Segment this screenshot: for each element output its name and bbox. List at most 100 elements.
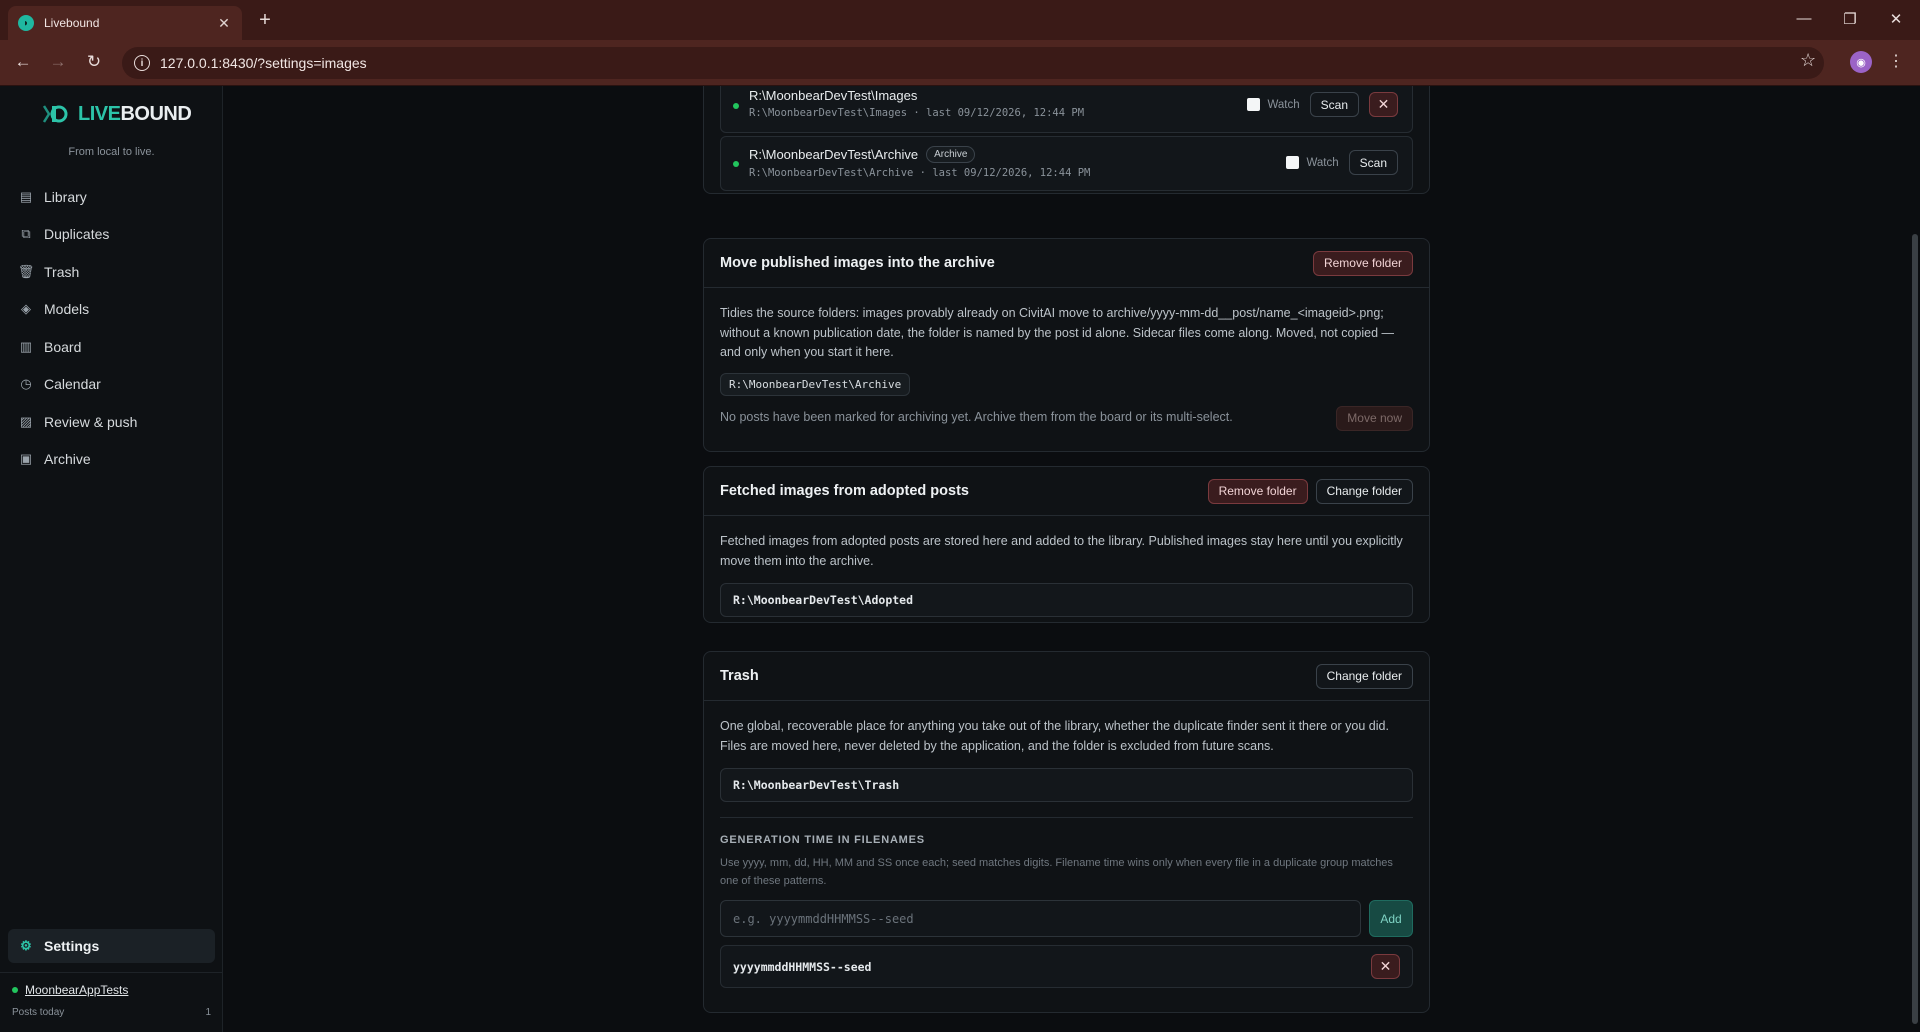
tagline: From local to live. — [68, 146, 155, 158]
trash-card: Trash Change folder One global, recovera… — [703, 651, 1430, 1013]
add-pattern-button[interactable]: Add — [1369, 900, 1413, 937]
scroll-thumb[interactable] — [1912, 234, 1918, 1024]
pattern-input[interactable] — [720, 900, 1361, 937]
sidebar-item-label: Trash — [44, 263, 80, 280]
change-folder-button[interactable]: Change folder — [1315, 478, 1413, 504]
profile-avatar-icon[interactable]: ◉ — [1850, 51, 1872, 73]
card-description: Tidies the source folders: images provab… — [720, 306, 1395, 359]
watch-toggle[interactable]: Watch — [1247, 98, 1300, 111]
sidebar-item-label: Library — [44, 188, 87, 205]
sidebar-nav: ▤ Library ⧉ Duplicates 🗑 Trash ◈ Models … — [8, 178, 215, 478]
calendar-icon: ◷ — [20, 376, 32, 392]
tab-close-icon[interactable]: ✕ — [216, 15, 232, 32]
sidebar-item-calendar[interactable]: ◷ Calendar — [8, 366, 215, 404]
browser-toolbar: ← → ↻ i 127.0.0.1:8430/?settings=images … — [0, 40, 1920, 86]
card-description: One global, recoverable place for anythi… — [720, 719, 1389, 753]
posts-today-count: 1 — [205, 1007, 211, 1018]
account-name: MoonbearAppTests — [25, 983, 129, 997]
remove-pattern-button[interactable]: ✕ — [1371, 954, 1400, 979]
remove-folder-button[interactable]: Remove folder — [1207, 478, 1308, 504]
source-subtitle: R:\MoonbearDevTest\Images · last 09/12/2… — [749, 107, 1085, 119]
new-tab-icon[interactable]: + — [254, 9, 276, 32]
move-now-button[interactable]: Move now — [1336, 405, 1413, 431]
sidebar-item-label: Review & push — [44, 413, 138, 430]
window-close-icon[interactable]: ✕ — [1886, 10, 1906, 28]
sidebar-item-label: Settings — [44, 938, 100, 954]
logo-mark-icon — [42, 105, 68, 123]
status-dot-icon — [12, 987, 18, 993]
watch-checkbox[interactable] — [1286, 156, 1300, 169]
status-dot-icon — [733, 103, 739, 109]
folder-path: R:\MoonbearDevTest\Adopted — [720, 583, 1413, 617]
bookmark-star-icon[interactable]: ☆ — [1800, 50, 1816, 71]
posts-today-label: Posts today — [12, 1007, 65, 1018]
sidebar-item-label: Board — [44, 338, 82, 355]
sidebar-item-library[interactable]: ▤ Library — [8, 178, 215, 216]
folder-path: R:\MoonbearDevTest\Archive — [720, 372, 911, 396]
source-folders-card: R:\MoonbearDevTest\Images R:\MoonbearDev… — [703, 86, 1430, 194]
tab-title: Livebound — [44, 16, 100, 30]
account-link[interactable]: MoonbearAppTests — [12, 983, 128, 997]
source-title: R:\MoonbearDevTest\Images — [749, 88, 918, 103]
forward-icon[interactable]: → — [47, 52, 69, 72]
settings-content: R:\MoonbearDevTest\Images R:\MoonbearDev… — [224, 86, 1910, 1032]
remove-folder-button[interactable]: Remove folder — [1312, 250, 1413, 276]
site-info-icon[interactable]: i — [134, 55, 150, 71]
models-icon: ◈ — [21, 301, 31, 317]
browser-tab[interactable]: ◗ Livebound ✕ — [8, 6, 242, 40]
sidebar-footer: MoonbearAppTests Posts today 1 — [0, 972, 223, 1032]
folder-path: R:\MoonbearDevTest\Trash — [720, 768, 1413, 802]
close-icon: ✕ — [1379, 958, 1392, 974]
sidebar-item-models[interactable]: ◈ Models — [8, 291, 215, 329]
sidebar-item-label: Calendar — [44, 376, 101, 393]
sidebar-item-archive[interactable]: ▣ Archive — [8, 441, 215, 479]
sidebar-item-board[interactable]: ▥ Board — [8, 328, 215, 366]
sidebar-item-label: Duplicates — [44, 226, 110, 243]
archive-badge: Archive — [926, 146, 976, 163]
sidebar-item-trash[interactable]: 🗑 Trash — [8, 253, 215, 291]
sidebar-item-settings[interactable]: ⚙ Settings — [8, 929, 215, 963]
scrollbar[interactable] — [1910, 86, 1920, 1032]
pattern-row: yyyymmddHHMMSS--seed ✕ — [720, 945, 1413, 988]
trash-icon: 🗑 — [17, 263, 35, 279]
archive-status-text: No posts have been marked for archiving … — [720, 410, 1233, 425]
remove-source-button[interactable]: ✕ — [1369, 92, 1398, 117]
url-text: 127.0.0.1:8430/?settings=images — [160, 55, 367, 71]
archive-icon: ▣ — [19, 451, 33, 467]
scan-button[interactable]: Scan — [1348, 150, 1398, 175]
watch-checkbox[interactable] — [1247, 98, 1261, 111]
reload-icon[interactable]: ↻ — [83, 52, 105, 72]
card-title: Fetched images from adopted posts — [720, 483, 969, 499]
section-heading: GENERATION TIME IN FILENAMES — [720, 834, 925, 846]
back-icon[interactable]: ← — [12, 52, 34, 72]
card-title: Trash — [720, 668, 759, 684]
sidebar-item-label: Archive — [44, 451, 91, 468]
card-title: Move published images into the archive — [720, 255, 995, 271]
archive-card: Move published images into the archive R… — [703, 238, 1430, 452]
card-description: Fetched images from adopted posts are st… — [720, 534, 1403, 568]
scan-button[interactable]: Scan — [1309, 92, 1359, 117]
section-hint: Use yyyy, mm, dd, HH, MM and SS once eac… — [720, 857, 1393, 887]
change-folder-button[interactable]: Change folder — [1315, 663, 1413, 689]
duplicates-icon: ⧉ — [21, 226, 31, 242]
app-logo[interactable]: LIVEBOUND — [42, 102, 192, 126]
adopted-card: Fetched images from adopted posts Remove… — [703, 466, 1430, 623]
sidebar-item-duplicates[interactable]: ⧉ Duplicates — [8, 216, 215, 254]
source-row: R:\MoonbearDevTest\Images R:\MoonbearDev… — [720, 86, 1413, 133]
address-bar[interactable]: i 127.0.0.1:8430/?settings=images — [122, 47, 1824, 79]
pattern-text: yyyymmddHHMMSS--seed — [733, 959, 872, 974]
restore-icon[interactable]: ❐ — [1840, 10, 1860, 28]
sidebar-item-label: Models — [44, 301, 90, 318]
browser-menu-icon[interactable]: ⋮ — [1888, 51, 1904, 71]
sidebar: LIVEBOUND From local to live. ▤ Library … — [0, 86, 223, 1032]
source-title: R:\MoonbearDevTest\Archive Archive — [749, 146, 976, 163]
status-dot-icon — [733, 161, 739, 167]
browser-tab-bar: ◗ Livebound ✕ + — ❐ ✕ — [0, 0, 1920, 40]
source-subtitle: R:\MoonbearDevTest\Archive · last 09/12/… — [749, 167, 1091, 179]
library-icon: ▤ — [19, 188, 33, 204]
sidebar-item-review-push[interactable]: ▨ Review & push — [8, 403, 215, 441]
board-icon: ▥ — [19, 338, 33, 354]
review-icon: ▨ — [19, 413, 33, 429]
watch-toggle[interactable]: Watch — [1286, 156, 1339, 169]
minimize-icon[interactable]: — — [1794, 10, 1814, 27]
